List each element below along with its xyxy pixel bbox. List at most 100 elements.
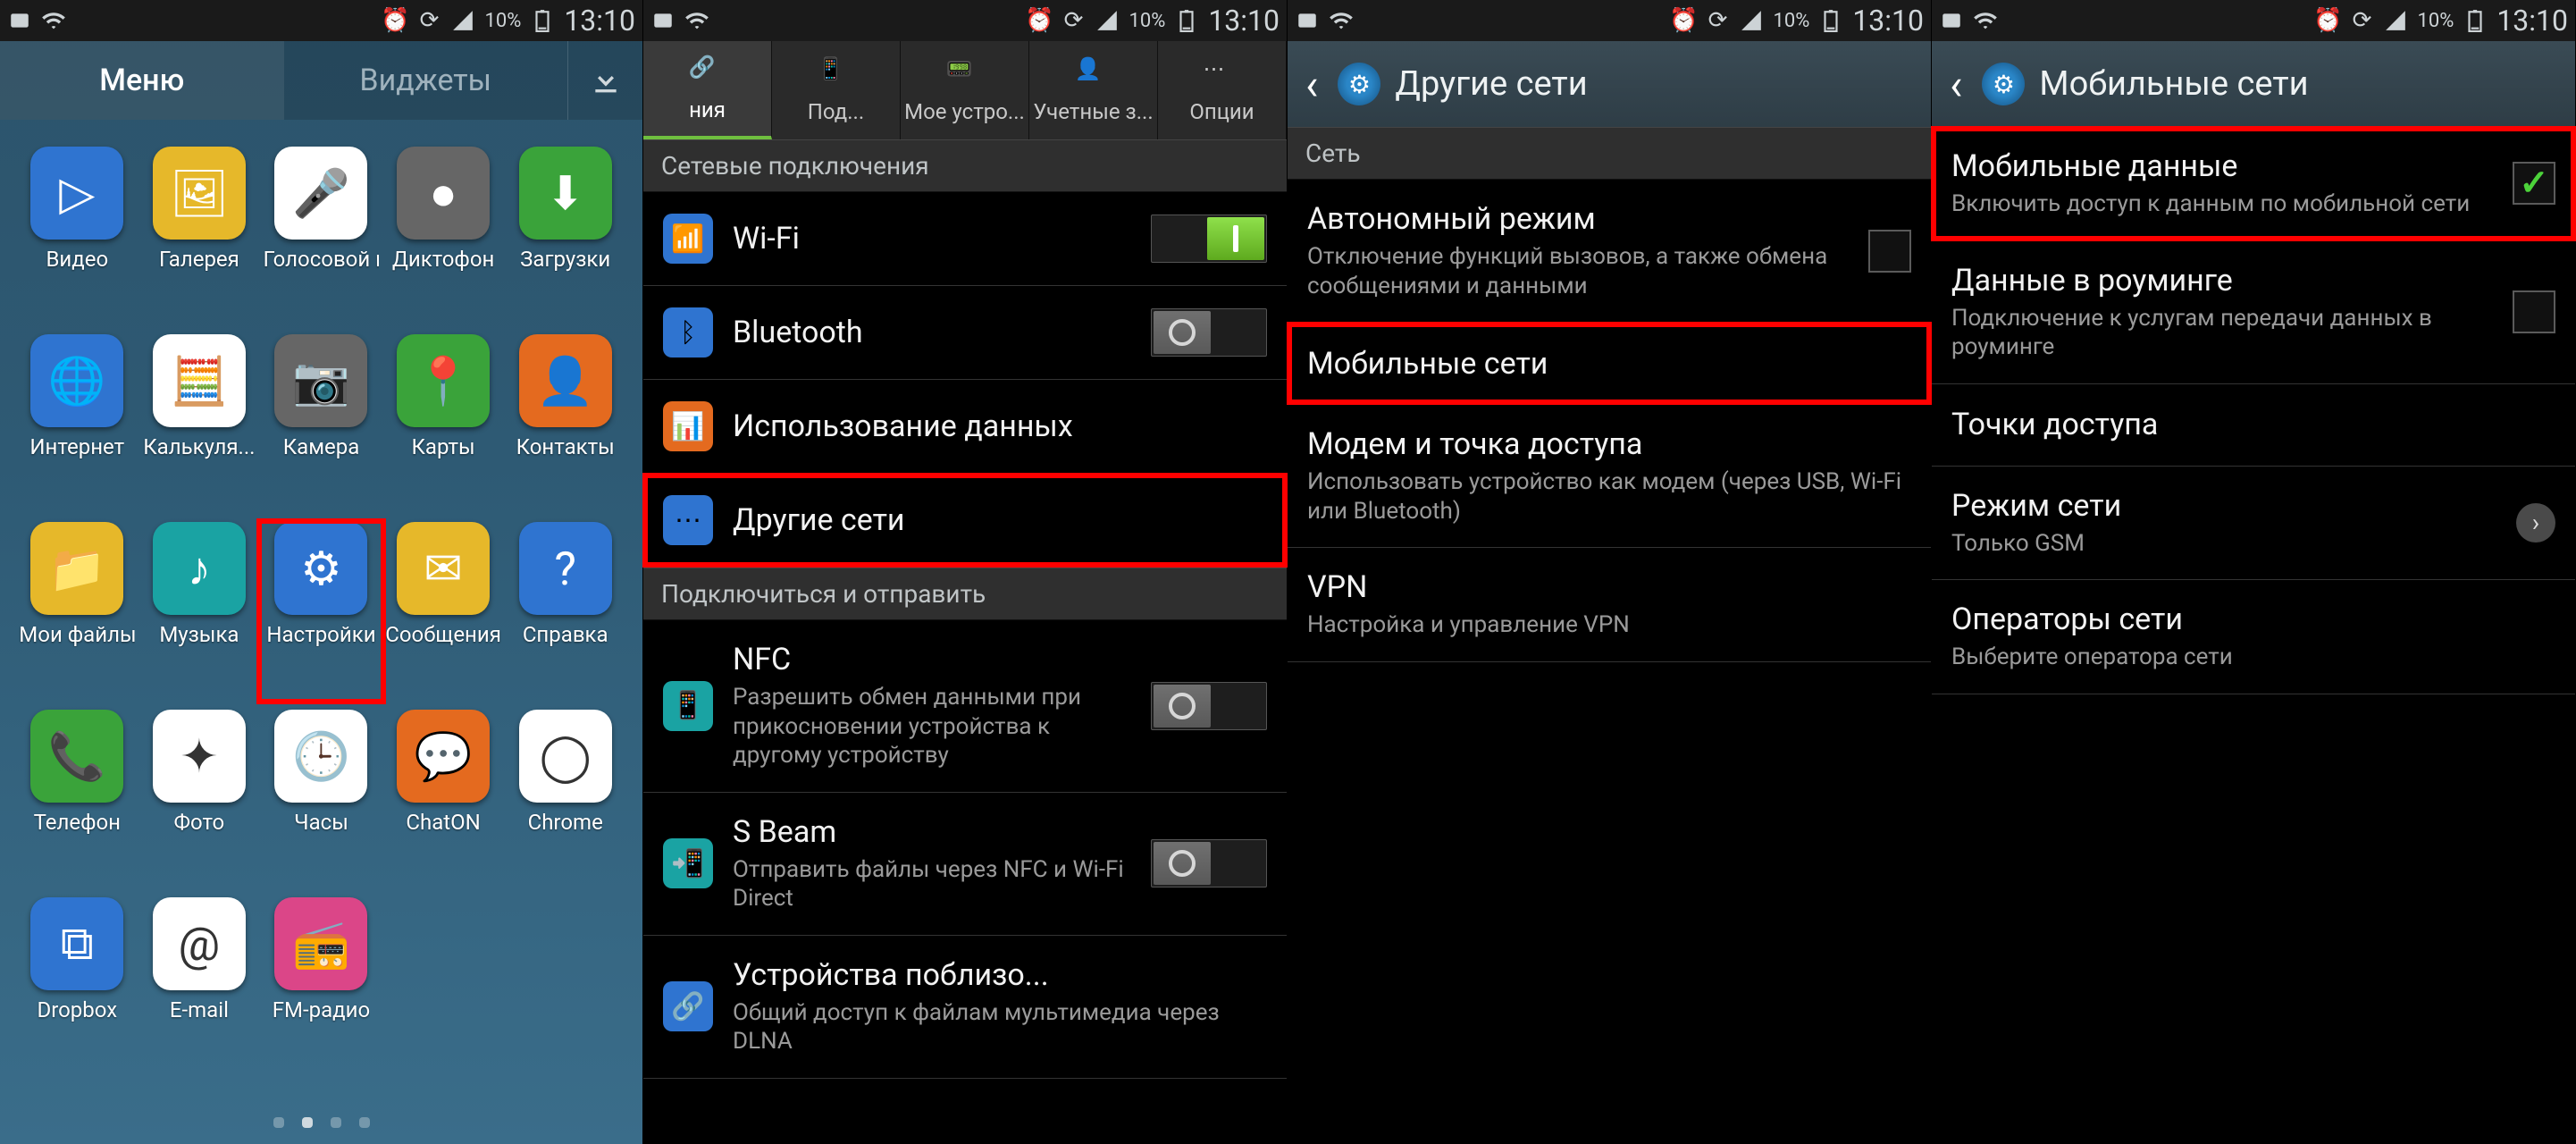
app-галерея[interactable]: 🖼Галерея (138, 147, 261, 325)
settings-tab-label: Учетные з... (1033, 99, 1153, 124)
tab-menu[interactable]: Меню (0, 41, 284, 120)
app-label: Калькуля... (143, 434, 255, 459)
app-калькуля...[interactable]: 🧮 Калькуля... (138, 334, 261, 513)
app-label: Справка (523, 622, 608, 647)
app-label: Контакты (516, 434, 615, 459)
settings-row[interactable]: 📱NFCРазрешить обмен данными при прикосно… (643, 620, 1287, 793)
mobile-row[interactable]: Точки доступа (1932, 384, 2575, 467)
app-мои файлы[interactable]: 📁Мои файлы (16, 522, 138, 701)
app-настройки[interactable]: ⚙Настройки (260, 522, 382, 701)
row-subtitle: Разрешить обмен данными при прикосновени… (733, 683, 1131, 770)
app-icon: ? (519, 522, 612, 615)
settings-tab-4[interactable]: ⋯Опции (1158, 41, 1287, 139)
toggle-switch[interactable] (1151, 682, 1267, 730)
status-bar: ⏰ ⟳ 10% 13:10 (643, 0, 1287, 41)
mobile-row[interactable]: Операторы сетиВыберите оператора сети (1932, 580, 2575, 694)
settings-row[interactable]: 🔗Устройства поблизо...Общий доступ к фай… (643, 936, 1287, 1079)
app-fm-радио[interactable]: 📻FM-радио (260, 897, 382, 1076)
app-e-mail[interactable]: @E-mail (138, 897, 261, 1076)
app-телефон[interactable]: 📞Телефон (16, 710, 138, 888)
status-bar: ⏰ ⟳ 10% 13:10 (0, 0, 642, 41)
settings-tab-label: Опции (1189, 99, 1254, 124)
app-камера[interactable]: 📷Камера (260, 334, 382, 513)
app-интернет[interactable]: 🌐Интернет (16, 334, 138, 513)
settings-tab-0[interactable]: 🔗ния (643, 41, 772, 139)
row-icon: 📊 (663, 401, 713, 451)
app-голосовой поиск[interactable]: 🎤Голосовой поиск (260, 147, 382, 325)
row-text: Режим сетиТолько GSM (1951, 488, 2496, 559)
app-icon: 📁 (30, 522, 123, 615)
tab-widgets[interactable]: Виджеты (284, 41, 568, 120)
app-часы[interactable]: 🕒Часы (260, 710, 382, 888)
network-row[interactable]: Модем и точка доступаИспользовать устрой… (1288, 405, 1931, 548)
battery-icon (530, 8, 555, 33)
network-row[interactable]: Мобильные сети (1288, 323, 1931, 405)
page-title: Другие сети (1395, 64, 1587, 104)
mobile-row[interactable]: Данные в роумингеПодключение к услугам п… (1932, 241, 2575, 384)
row-text: Мобильные сети (1307, 346, 1911, 382)
app-icon: ✦ (153, 710, 246, 803)
toggle-switch[interactable] (1151, 214, 1267, 263)
app-label: Карты (411, 434, 474, 459)
app-icon: 📍 (397, 334, 490, 427)
row-title: Другие сети (733, 502, 1267, 538)
wifi-icon (1329, 8, 1354, 33)
battery-percent: 10% (1773, 10, 1809, 32)
app-icon: 🧮 (153, 334, 246, 427)
app-chaton[interactable]: 💬ChatON (382, 710, 505, 888)
network-row[interactable]: VPNНастройка и управление VPN (1288, 548, 1931, 662)
row-text: Bluetooth (733, 315, 1131, 350)
toggle-switch[interactable] (1151, 839, 1267, 887)
mobile-row[interactable]: Режим сетиТолько GSM› (1932, 467, 2575, 581)
settings-row[interactable]: ᛒ Bluetooth (643, 286, 1287, 380)
back-button[interactable]: ‹ (1944, 59, 1968, 110)
battery-percent: 10% (1129, 10, 1165, 32)
screen-app-drawer: ⏰ ⟳ 10% 13:10 Меню Виджеты ▷Видео🖼Галере… (0, 0, 643, 1144)
settings-tab-icon: 👤 (1075, 56, 1112, 94)
row-subtitle: Отключение функций вызовов, а также обме… (1307, 242, 1849, 300)
app-карты[interactable]: 📍 Карты (382, 334, 505, 513)
app-справка[interactable]: ? Справка (504, 522, 626, 701)
row-text: Устройства поблизо...Общий доступ к файл… (733, 957, 1267, 1056)
row-text: Автономный режимОтключение функций вызов… (1307, 201, 1849, 300)
app-контакты[interactable]: 👤Контакты (504, 334, 626, 513)
app-загрузки[interactable]: ⬇Загрузки (504, 147, 626, 325)
back-button[interactable]: ‹ (1300, 59, 1323, 110)
notification-icon (1939, 8, 1964, 33)
settings-tab-label: Мое устро... (904, 99, 1025, 124)
row-icon: ᛒ (663, 307, 713, 358)
settings-row[interactable]: 📶Wi-Fi (643, 192, 1287, 286)
settings-row[interactable]: 📲S BeamОтправить файлы через NFC и Wi-Fi… (643, 793, 1287, 936)
row-text: NFCРазрешить обмен данными при прикоснов… (733, 642, 1131, 770)
settings-tab-2[interactable]: 📟Мое устро... (901, 41, 1029, 139)
checkbox[interactable] (1868, 230, 1911, 273)
clock: 13:10 (564, 4, 635, 38)
checkbox[interactable] (2513, 162, 2555, 205)
alarm-icon: ⏰ (2315, 8, 2340, 33)
mobile-row[interactable]: Мобильные данныеВключить доступ к данным… (1932, 127, 2575, 241)
checkbox[interactable] (2513, 290, 2555, 333)
app-сообщения[interactable]: ✉Сообщения (382, 522, 505, 701)
app-label: Chrome (528, 810, 603, 835)
settings-tab-3[interactable]: 👤 Учетные з... (1029, 41, 1158, 139)
app-музыка[interactable]: ♪Музыка (138, 522, 261, 701)
app-label: Часы (294, 810, 348, 835)
network-row[interactable]: Автономный режимОтключение функций вызов… (1288, 180, 1931, 323)
download-button[interactable] (567, 41, 642, 120)
settings-tab-1[interactable]: 📱Под... (772, 41, 901, 139)
app-label: Фото (174, 810, 225, 835)
app-диктофон[interactable]: ●Диктофон (382, 147, 505, 325)
app-dropbox[interactable]: ⧉Dropbox (16, 897, 138, 1076)
app-icon: ⚙ (274, 522, 367, 615)
row-subtitle: Отправить файлы через NFC и Wi-Fi Direct (733, 855, 1131, 913)
settings-row[interactable]: ⋯Другие сети (643, 474, 1287, 568)
row-icon: 📶 (663, 214, 713, 264)
app-фото[interactable]: ✦ Фото (138, 710, 261, 888)
app-видео[interactable]: ▷Видео (16, 147, 138, 325)
settings-row[interactable]: 📊Использование данных (643, 380, 1287, 474)
app-label: Диктофон (392, 247, 495, 272)
screen-more-networks: ⏰ ⟳ 10% 13:10 ‹ ⚙ Другие сети Сеть Автон… (1288, 0, 1932, 1144)
row-title: Мобильные данные (1951, 148, 2493, 184)
app-chrome[interactable]: ◯Chrome (504, 710, 626, 888)
toggle-switch[interactable] (1151, 308, 1267, 357)
